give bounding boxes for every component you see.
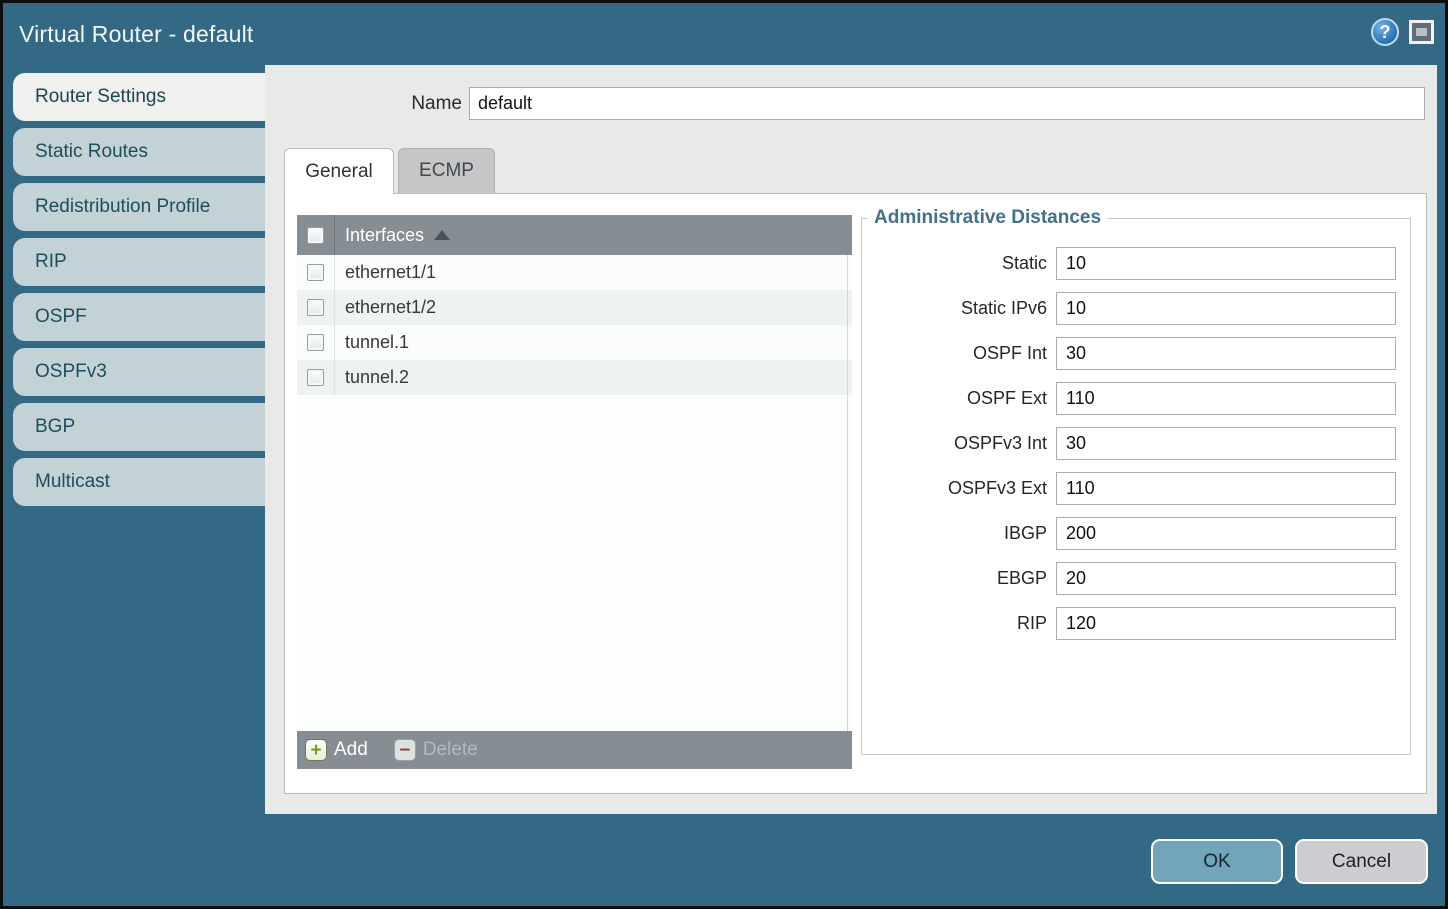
sidebar-item-redistribution-profile[interactable]: Redistribution Profile xyxy=(13,183,266,231)
administrative-distances-title: Administrative Distances xyxy=(868,207,1107,229)
interface-name: tunnel.1 xyxy=(345,332,409,353)
ospfv3-ext-input[interactable] xyxy=(1056,472,1396,505)
ibgp-label: IBGP xyxy=(862,523,1047,544)
interfaces-table-footer: + Add − Delete xyxy=(297,731,852,769)
ospfv3-int-input[interactable] xyxy=(1056,427,1396,460)
ospf-int-input[interactable] xyxy=(1056,337,1396,370)
table-row[interactable]: ethernet1/2 xyxy=(297,290,852,325)
tabstrip: General ECMP xyxy=(284,148,495,194)
administrative-distances-group: Administrative Distances Static Static I… xyxy=(861,207,1411,755)
row-checkbox[interactable] xyxy=(307,334,324,351)
ok-button[interactable]: OK xyxy=(1151,839,1283,884)
delete-button[interactable]: − Delete xyxy=(394,739,478,761)
table-row[interactable]: tunnel.1 xyxy=(297,325,852,360)
row-checkbox[interactable] xyxy=(307,299,324,316)
dialog-title: Virtual Router - default xyxy=(19,21,254,48)
table-row[interactable]: tunnel.2 xyxy=(297,360,852,395)
window-icon-inner xyxy=(1416,28,1427,36)
tab-general[interactable]: General xyxy=(284,148,394,194)
ospfv3-int-label: OSPFv3 Int xyxy=(862,433,1047,454)
ibgp-input[interactable] xyxy=(1056,517,1396,550)
row-checkbox[interactable] xyxy=(307,264,324,281)
row-checkbox[interactable] xyxy=(307,369,324,386)
plus-icon: + xyxy=(305,739,327,761)
interface-name: tunnel.2 xyxy=(345,367,409,388)
add-button-label: Add xyxy=(334,739,368,761)
ospf-ext-label: OSPF Ext xyxy=(862,388,1047,409)
ospf-int-label: OSPF Int xyxy=(862,343,1047,364)
interfaces-column-header[interactable]: Interfaces xyxy=(345,225,424,246)
rip-label: RIP xyxy=(862,613,1047,634)
virtual-router-dialog: Virtual Router - default ? Router Settin… xyxy=(0,0,1448,909)
sidebar-item-multicast[interactable]: Multicast xyxy=(13,458,266,506)
sidebar-item-rip[interactable]: RIP xyxy=(13,238,266,286)
name-label: Name xyxy=(392,93,462,115)
interfaces-table-body: ethernet1/1 ethernet1/2 tunnel.1 tunnel.… xyxy=(297,255,852,731)
table-row[interactable]: ethernet1/1 xyxy=(297,255,852,290)
sidebar-item-router-settings[interactable]: Router Settings xyxy=(13,73,266,121)
tab-ecmp[interactable]: ECMP xyxy=(398,148,495,193)
ospf-ext-input[interactable] xyxy=(1056,382,1396,415)
sidebar-item-ospf[interactable]: OSPF xyxy=(13,293,266,341)
interfaces-table-header: Interfaces xyxy=(297,215,852,255)
titlebar: Virtual Router - default ? xyxy=(3,3,1445,65)
general-panel: Interfaces ethernet1/1 ethernet1/2 tunne… xyxy=(284,193,1427,794)
ebgp-label: EBGP xyxy=(862,568,1047,589)
add-button[interactable]: + Add xyxy=(305,739,368,761)
sort-asc-icon[interactable] xyxy=(434,230,450,240)
interface-name: ethernet1/2 xyxy=(345,297,436,318)
sidebar: Router Settings Static Routes Redistribu… xyxy=(13,73,266,513)
window-icon[interactable] xyxy=(1409,20,1434,44)
ebgp-input[interactable] xyxy=(1056,562,1396,595)
name-input[interactable] xyxy=(469,87,1425,120)
static-ipv6-label: Static IPv6 xyxy=(862,298,1047,319)
delete-button-label: Delete xyxy=(423,739,478,761)
static-ipv6-input[interactable] xyxy=(1056,292,1396,325)
cancel-button[interactable]: Cancel xyxy=(1295,839,1428,884)
interface-name: ethernet1/1 xyxy=(345,262,436,283)
scrollbar-track[interactable] xyxy=(847,255,848,731)
sidebar-item-ospfv3[interactable]: OSPFv3 xyxy=(13,348,266,396)
help-icon[interactable]: ? xyxy=(1371,18,1399,46)
sidebar-item-static-routes[interactable]: Static Routes xyxy=(13,128,266,176)
ospfv3-ext-label: OSPFv3 Ext xyxy=(862,478,1047,499)
rip-input[interactable] xyxy=(1056,607,1396,640)
sidebar-item-bgp[interactable]: BGP xyxy=(13,403,266,451)
interfaces-table: Interfaces ethernet1/1 ethernet1/2 tunne… xyxy=(297,215,852,769)
static-label: Static xyxy=(862,253,1047,274)
content-area: Name General ECMP Interfaces ethernet1/1 xyxy=(265,65,1437,814)
select-all-checkbox[interactable] xyxy=(307,227,324,244)
static-input[interactable] xyxy=(1056,247,1396,280)
minus-icon: − xyxy=(394,739,416,761)
